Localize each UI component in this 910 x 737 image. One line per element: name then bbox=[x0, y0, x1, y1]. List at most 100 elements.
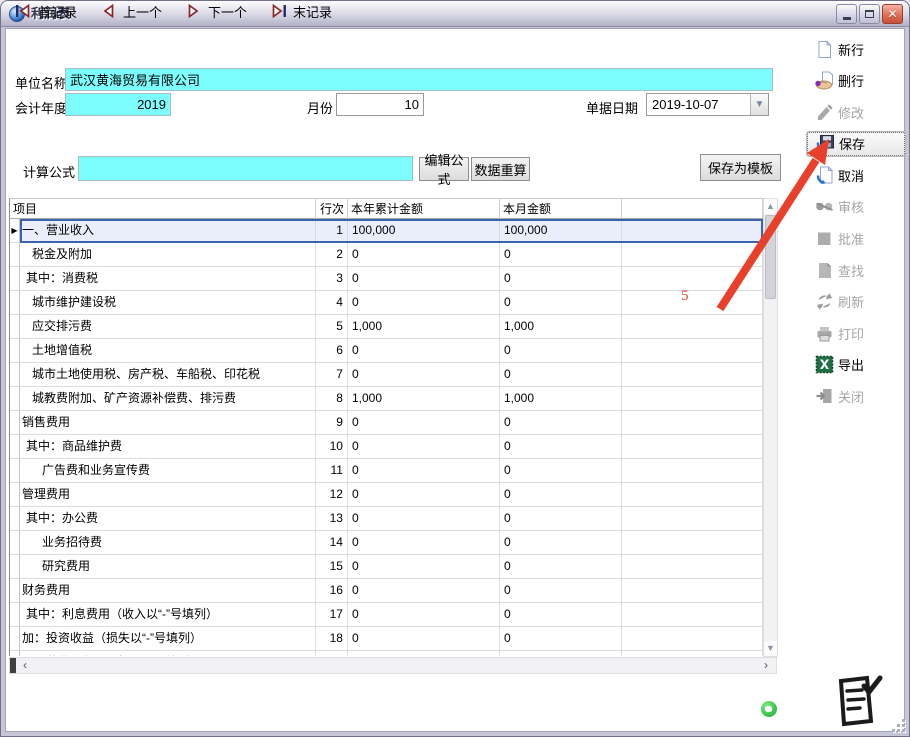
table-row[interactable]: 税金及附加200 bbox=[10, 243, 763, 267]
cell-extra bbox=[622, 603, 763, 627]
row-selector-gutter[interactable] bbox=[10, 267, 20, 291]
row-selector-gutter[interactable] bbox=[10, 507, 20, 531]
current-row-marker[interactable]: ▶ bbox=[10, 219, 20, 243]
cell-month: 0 bbox=[500, 267, 622, 291]
cell-extra bbox=[622, 291, 763, 315]
horizontal-scroll-thumb[interactable] bbox=[10, 658, 16, 673]
toolbar-button-export[interactable]: 导出 bbox=[807, 353, 905, 377]
doc-date-combo[interactable]: 2019-10-07 ▼ bbox=[646, 93, 769, 116]
table-row[interactable]: 土地增值税600 bbox=[10, 339, 763, 363]
header-extra[interactable] bbox=[622, 199, 763, 218]
audit-icon bbox=[815, 197, 834, 216]
cell-month: 0 bbox=[500, 579, 622, 603]
toolbar-button-save[interactable]: 保存 bbox=[807, 132, 905, 156]
table-row[interactable]: 业务招待费1400 bbox=[10, 531, 763, 555]
toolbar-button-delete-row[interactable]: 删行 bbox=[807, 69, 905, 93]
row-selector-gutter[interactable] bbox=[10, 555, 20, 579]
cell-item: 城教费附加、矿产资源补偿费、排污费 bbox=[20, 387, 316, 411]
save-as-template-button[interactable]: 保存为模板 bbox=[700, 154, 781, 181]
chevron-down-icon[interactable]: ▼ bbox=[750, 94, 768, 115]
cell-ytd: 0 bbox=[348, 411, 500, 435]
cell-line: 15 bbox=[316, 555, 348, 579]
cell-line: 9 bbox=[316, 411, 348, 435]
table-row[interactable]: 财务费用1600 bbox=[10, 579, 763, 603]
table-row[interactable]: 广告费和业务宣传费1100 bbox=[10, 459, 763, 483]
row-selector-gutter[interactable] bbox=[10, 435, 20, 459]
row-selector-gutter[interactable] bbox=[10, 531, 20, 555]
edit-formula-button[interactable]: 编辑公式 bbox=[419, 157, 469, 181]
header-month[interactable]: 本月金额 bbox=[500, 199, 622, 218]
table-row[interactable]: 应交排污费51,0001,000 bbox=[10, 315, 763, 339]
table-row[interactable]: 销售费用900 bbox=[10, 411, 763, 435]
nav-next-record-button[interactable]: 下一个 bbox=[185, 1, 247, 21]
table-row[interactable]: 其中：消费税300 bbox=[10, 267, 763, 291]
row-selector-gutter[interactable] bbox=[10, 459, 20, 483]
minimize-button[interactable] bbox=[836, 4, 857, 24]
row-selector-gutter[interactable] bbox=[10, 315, 20, 339]
row-selector-gutter[interactable] bbox=[10, 603, 20, 627]
scroll-left-icon[interactable]: ‹ bbox=[17, 658, 33, 673]
cell-ytd: 0 bbox=[348, 435, 500, 459]
cell-ytd: 0 bbox=[348, 579, 500, 603]
toolbar-button-cancel[interactable]: 取消 bbox=[807, 163, 905, 187]
table-row[interactable]: 研究费用1500 bbox=[10, 555, 763, 579]
company-input[interactable] bbox=[65, 68, 773, 91]
cell-line: 5 bbox=[316, 315, 348, 339]
row-selector-gutter[interactable] bbox=[10, 339, 20, 363]
toolbar-button-approve: 批准 bbox=[807, 227, 905, 251]
vertical-scrollbar[interactable]: ▲ ▼ bbox=[763, 198, 778, 657]
scroll-up-icon[interactable]: ▲ bbox=[764, 199, 777, 214]
fiscal-year-input[interactable] bbox=[65, 93, 171, 116]
row-selector-gutter[interactable] bbox=[10, 627, 20, 651]
toolbar-button-label: 导出 bbox=[838, 355, 864, 374]
row-selector-gutter[interactable] bbox=[10, 579, 20, 603]
nav-previous-record-button[interactable]: 上一个 bbox=[100, 1, 162, 21]
month-input[interactable] bbox=[336, 93, 424, 116]
cancel-icon bbox=[815, 166, 834, 185]
table-row[interactable]: 城教费附加、矿产资源补偿费、排污费81,0001,000 bbox=[10, 387, 763, 411]
vertical-scroll-thumb[interactable] bbox=[765, 215, 776, 299]
cell-ytd: 0 bbox=[348, 291, 500, 315]
formula-input[interactable] bbox=[78, 156, 413, 181]
cell-month: 0 bbox=[500, 531, 622, 555]
table-row[interactable]: 加：投资收益（损失以“-”号填列）1800 bbox=[10, 627, 763, 651]
doc-date-label: 单据日期 bbox=[586, 98, 638, 117]
header-line[interactable]: 行次 bbox=[316, 199, 348, 218]
annotation-step-number: 5 bbox=[681, 288, 689, 305]
cell-line: 12 bbox=[316, 483, 348, 507]
header-item[interactable]: 项目 bbox=[10, 199, 316, 218]
close-button[interactable]: ✕ bbox=[882, 4, 903, 24]
cell-line: 2 bbox=[316, 243, 348, 267]
table-row[interactable]: 二、营业利润（亏损以“-”号填列）19100,000100,000 bbox=[10, 651, 763, 656]
row-selector-gutter[interactable] bbox=[10, 411, 20, 435]
table-row[interactable]: 管理费用1200 bbox=[10, 483, 763, 507]
table-row[interactable]: 其中：办公费1300 bbox=[10, 507, 763, 531]
cell-item: 其中：商品维护费 bbox=[20, 435, 316, 459]
table-row[interactable]: 其中：利息费用（收入以“-”号填列）1700 bbox=[10, 603, 763, 627]
nav-last-record-button[interactable]: 末记录 bbox=[270, 1, 332, 21]
row-selector-gutter[interactable] bbox=[10, 363, 20, 387]
table-row[interactable]: ▶一、营业收入1100,000100,000 bbox=[10, 219, 763, 243]
table-row[interactable]: 城市土地使用税、房产税、车船税、印花税700 bbox=[10, 363, 763, 387]
save-icon bbox=[816, 134, 835, 153]
scroll-right-icon[interactable]: › bbox=[758, 658, 774, 673]
row-selector-gutter[interactable] bbox=[10, 243, 20, 267]
table-row[interactable]: 其中：商品维护费1000 bbox=[10, 435, 763, 459]
cell-ytd: 1,000 bbox=[348, 315, 500, 339]
horizontal-scrollbar[interactable]: ‹ › bbox=[9, 657, 777, 674]
row-selector-gutter[interactable] bbox=[10, 651, 20, 656]
row-selector-gutter[interactable] bbox=[10, 483, 20, 507]
header-ytd[interactable]: 本年累计金额 bbox=[348, 199, 500, 218]
nav-first-record-button[interactable]: 首记录 bbox=[15, 1, 77, 21]
maximize-button[interactable] bbox=[859, 4, 880, 24]
table-row[interactable]: 城市维护建设税400 bbox=[10, 291, 763, 315]
cell-line: 16 bbox=[316, 579, 348, 603]
row-selector-gutter[interactable] bbox=[10, 291, 20, 315]
toolbar-button-label: 关闭 bbox=[838, 387, 864, 406]
row-selector-gutter[interactable] bbox=[10, 387, 20, 411]
recalculate-button[interactable]: 数据重算 bbox=[471, 157, 530, 181]
toolbar-button-close-form: 关闭 bbox=[807, 385, 905, 409]
resize-grip-icon[interactable] bbox=[891, 718, 905, 732]
scroll-down-icon[interactable]: ▼ bbox=[764, 641, 777, 656]
toolbar-button-new-row[interactable]: 新行 bbox=[807, 37, 905, 61]
